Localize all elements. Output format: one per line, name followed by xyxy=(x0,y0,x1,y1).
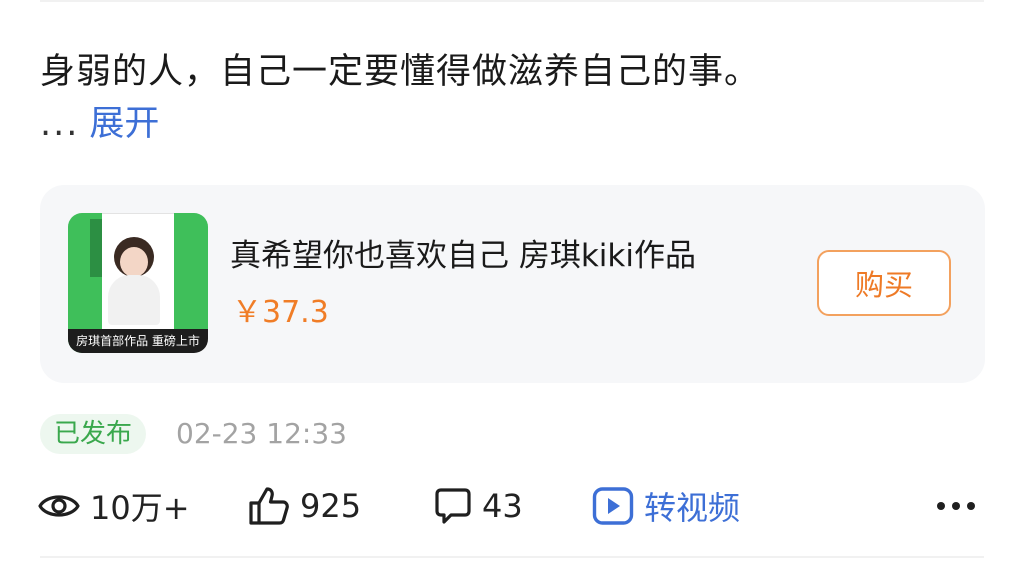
product-title[interactable]: 真希望你也喜欢自己 房琪kiki作品 xyxy=(230,235,696,277)
product-price: ￥37.3 xyxy=(232,295,329,330)
cover-title-strip xyxy=(90,219,102,277)
book-cover-image[interactable]: 房琪首部作品 重磅上市 xyxy=(68,213,208,353)
cover-portrait-face xyxy=(120,247,148,277)
top-divider xyxy=(40,0,984,2)
video-play-icon xyxy=(592,486,634,526)
views-count: 10万+ xyxy=(90,489,190,527)
views-stat: 10万+ xyxy=(38,484,190,528)
eye-icon xyxy=(38,491,80,521)
cover-green-band-right xyxy=(174,213,208,333)
cover-banner: 房琪首部作品 重磅上市 xyxy=(68,329,208,353)
post-text: 身弱的人，自己一定要懂得做滋养自己的事。 xyxy=(40,52,761,92)
thumbs-up-icon xyxy=(248,486,290,526)
comment-icon xyxy=(434,487,472,525)
more-options-icon[interactable] xyxy=(934,496,978,516)
timestamp: 02-23 12:33 xyxy=(176,417,347,450)
ellipsis: ... xyxy=(40,104,80,144)
convert-to-video-label: 转视频 xyxy=(644,489,741,527)
buy-button[interactable]: 购买 xyxy=(817,250,951,316)
cover-portrait-body xyxy=(108,275,160,325)
status-badge: 已发布 xyxy=(40,414,147,454)
expand-row: ... 展开 xyxy=(40,100,159,148)
likes-count: 925 xyxy=(300,487,362,525)
comment-button[interactable]: 43 xyxy=(434,484,523,528)
convert-to-video-button[interactable]: 转视频 xyxy=(592,484,740,528)
expand-link[interactable]: 展开 xyxy=(89,104,159,144)
comments-count: 43 xyxy=(482,487,523,525)
like-button[interactable]: 925 xyxy=(248,484,361,528)
product-card[interactable]: 房琪首部作品 重磅上市 真希望你也喜欢自己 房琪kiki作品 ￥37.3 购买 xyxy=(40,185,985,383)
bottom-divider xyxy=(40,556,984,558)
